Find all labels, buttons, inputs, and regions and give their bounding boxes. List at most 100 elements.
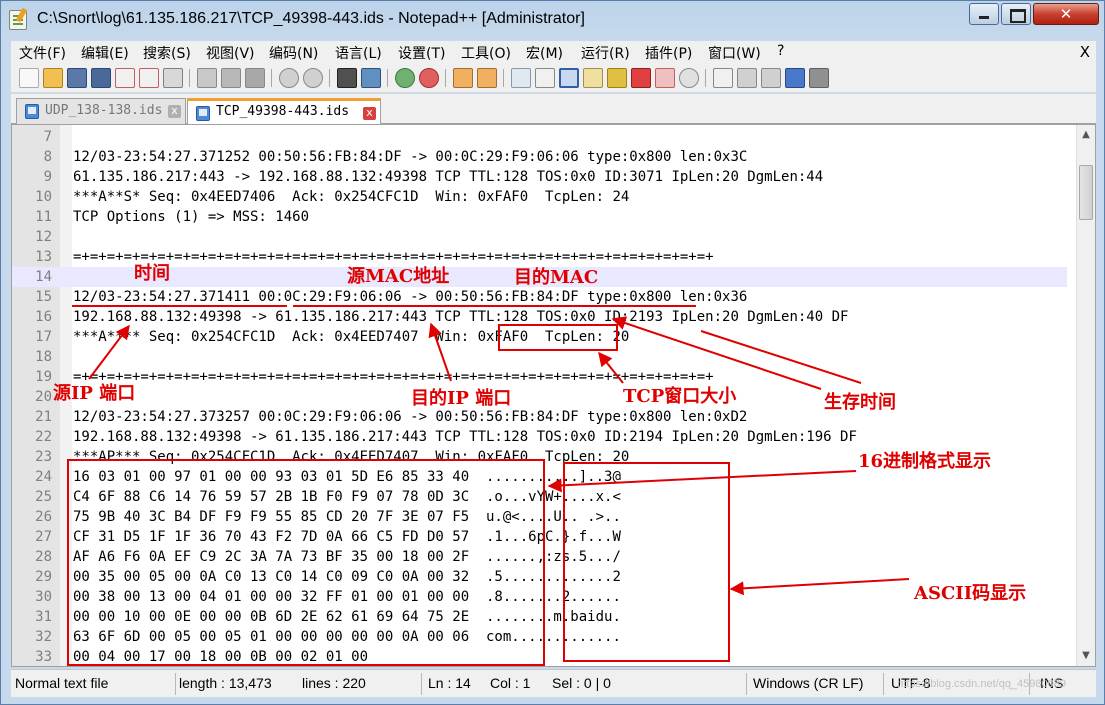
line-text: 75 9B 40 3C B4 DF F9 F9 55 85 CD 20 7F 3…: [73, 509, 621, 525]
code-line[interactable]: 7: [12, 127, 1067, 147]
line-number: 29: [35, 569, 52, 585]
menu-tools[interactable]: 工具(O): [461, 43, 511, 63]
sync-horizontal-icon[interactable]: [477, 68, 497, 88]
folder-as-workspace-icon[interactable]: [655, 68, 675, 88]
find-icon[interactable]: [337, 68, 357, 88]
code-line[interactable]: 10 ***A**S* Seq: 0x4EED7406 Ack: 0x254CFC…: [12, 187, 1067, 207]
stop-macro-icon[interactable]: [737, 68, 757, 88]
menu-language[interactable]: 语言(L): [335, 43, 382, 63]
code-line[interactable]: 18: [12, 347, 1067, 367]
line-text: =+=+=+=+=+=+=+=+=+=+=+=+=+=+=+=+=+=+=+=+…: [73, 369, 714, 385]
monitoring-icon[interactable]: [679, 68, 699, 88]
udl-icon[interactable]: [583, 68, 603, 88]
code-line[interactable]: 8 12/03-23:54:27.371252 00:50:56:FB:84:DF…: [12, 147, 1067, 167]
annotation-tcp-window: TCP窗口大小: [623, 386, 737, 407]
code-line[interactable]: 12: [12, 227, 1067, 247]
menu-run[interactable]: 运行(R): [581, 43, 630, 63]
word-wrap-icon[interactable]: [511, 68, 531, 88]
save-macro-icon[interactable]: [809, 68, 829, 88]
record-macro-icon[interactable]: [713, 68, 733, 88]
code-line[interactable]: 29 00 35 00 05 00 0A C0 13 C0 14 C0 09 C0…: [12, 567, 1067, 587]
menu-edit[interactable]: 编辑(E): [81, 43, 129, 63]
tab-close-icon[interactable]: x: [363, 107, 376, 120]
zoom-in-icon[interactable]: [395, 68, 415, 88]
code-line[interactable]: 21 12/03-23:54:27.373257 00:0C:29:F9:06:0…: [12, 407, 1067, 427]
code-line[interactable]: 30 00 38 00 13 00 04 01 00 00 32 FF 01 00…: [12, 587, 1067, 607]
code-line[interactable]: 11 TCP Options (1) => MSS: 1460: [12, 207, 1067, 227]
show-all-chars-icon[interactable]: [535, 68, 555, 88]
doc-map-icon[interactable]: [607, 68, 627, 88]
menu-file[interactable]: 文件(F): [19, 43, 66, 63]
title-bar[interactable]: C:\Snort\log\61.135.186.217\TCP_49398-44…: [1, 1, 1104, 39]
code-line[interactable]: 28 AF A6 F6 0A EF C9 2C 3A 7A 73 BF 35 00…: [12, 547, 1067, 567]
close-button[interactable]: ✕: [1033, 3, 1099, 25]
tab-label: UDP_138-138.ids: [45, 103, 163, 118]
tab-tcp-49398[interactable]: TCP_49398-443.ids x: [187, 98, 381, 125]
undo-icon[interactable]: [279, 68, 299, 88]
close-all-icon[interactable]: [139, 68, 159, 88]
save-icon[interactable]: [67, 68, 87, 88]
scroll-thumb[interactable]: [1079, 165, 1093, 220]
line-number: 30: [35, 589, 52, 605]
line-number: 19: [35, 369, 52, 385]
tab-close-icon[interactable]: x: [168, 105, 181, 118]
code-line[interactable]: 15 12/03-23:54:27.371411 00:0C:29:F9:06:0…: [12, 287, 1067, 307]
paste-icon[interactable]: [245, 68, 265, 88]
code-line[interactable]: 33 00 04 00 17 00 18 00 0B 00 02 01 00: [12, 647, 1067, 666]
menu-settings[interactable]: 设置(T): [398, 43, 445, 63]
menu-plugins[interactable]: 插件(P): [645, 43, 692, 63]
line-number: 26: [35, 509, 52, 525]
code-line[interactable]: 19 =+=+=+=+=+=+=+=+=+=+=+=+=+=+=+=+=+=+=+…: [12, 367, 1067, 387]
code-line[interactable]: 25 C4 6F 88 C6 14 76 59 57 2B 1B F0 F9 07…: [12, 487, 1067, 507]
copy-icon[interactable]: [221, 68, 241, 88]
line-number: 31: [35, 609, 52, 625]
run-macro-multiple-icon[interactable]: [785, 68, 805, 88]
code-line[interactable]: 16 192.168.88.132:49398 -> 61.135.186.217…: [12, 307, 1067, 327]
replace-icon[interactable]: [361, 68, 381, 88]
menu-encoding[interactable]: 编码(N): [269, 43, 318, 63]
status-bar: Normal text file length : 13,473 lines :…: [11, 669, 1096, 697]
minimize-button[interactable]: [969, 3, 999, 25]
code-line[interactable]: 22 192.168.88.132:49398 -> 61.135.186.217…: [12, 427, 1067, 447]
menu-view[interactable]: 视图(V): [206, 43, 255, 63]
close-file-icon[interactable]: [115, 68, 135, 88]
menu-help[interactable]: ?: [777, 43, 784, 59]
code-line[interactable]: 27 CF 31 D5 1F 1F 36 70 43 F2 7D 0A 66 C5…: [12, 527, 1067, 547]
menu-window[interactable]: 窗口(W): [708, 43, 761, 63]
close-document-button[interactable]: X: [1080, 43, 1090, 61]
sync-vertical-icon[interactable]: [453, 68, 473, 88]
tab-udp-138[interactable]: UDP_138-138.ids x: [16, 98, 186, 124]
code-line[interactable]: 26 75 9B 40 3C B4 DF F9 F9 55 85 CD 20 7F…: [12, 507, 1067, 527]
redo-icon[interactable]: [303, 68, 323, 88]
scroll-up-icon[interactable]: ▲: [1077, 127, 1095, 143]
indent-guide-icon[interactable]: [559, 68, 579, 88]
maximize-button[interactable]: [1001, 3, 1031, 25]
code-line[interactable]: 9 61.135.186.217:443 -> 192.168.88.132:49…: [12, 167, 1067, 187]
code-line[interactable]: 31 00 00 10 00 0E 00 00 0B 6D 2E 62 61 69…: [12, 607, 1067, 627]
annotation-ascii: ASCII码显示: [914, 583, 1027, 604]
play-macro-icon[interactable]: [761, 68, 781, 88]
annotation-dst-ip-port: 目的IP 端口: [411, 388, 512, 409]
tab-bar: UDP_138-138.ids x TCP_49398-443.ids x: [11, 94, 1096, 125]
menu-macro[interactable]: 宏(M): [526, 43, 563, 63]
line-number: 25: [35, 489, 52, 505]
status-col: Col : 1: [490, 675, 531, 691]
menu-search[interactable]: 搜索(S): [143, 43, 191, 63]
line-number: 14: [35, 269, 52, 285]
status-eol[interactable]: Windows (CR LF): [753, 675, 863, 691]
new-file-icon[interactable]: [19, 68, 39, 88]
function-list-icon[interactable]: [631, 68, 651, 88]
print-icon[interactable]: [163, 68, 183, 88]
code-line[interactable]: 17 ***A**** Seq: 0x254CFC1D Ack: 0x4EED74…: [12, 327, 1067, 347]
line-text: 61.135.186.217:443 -> 192.168.88.132:493…: [73, 169, 824, 185]
scroll-down-icon[interactable]: ▼: [1077, 648, 1095, 664]
open-folder-icon[interactable]: [43, 68, 63, 88]
cut-icon[interactable]: [197, 68, 217, 88]
zoom-out-icon[interactable]: [419, 68, 439, 88]
vertical-scrollbar[interactable]: ▲ ▼: [1076, 125, 1095, 666]
code-line[interactable]: 32 63 6F 6D 00 05 00 05 01 00 00 00 00 00…: [12, 627, 1067, 647]
line-number: 28: [35, 549, 52, 565]
code-line[interactable]: 20: [12, 387, 1067, 407]
status-lines: lines : 220: [302, 675, 366, 691]
save-all-icon[interactable]: [91, 68, 111, 88]
